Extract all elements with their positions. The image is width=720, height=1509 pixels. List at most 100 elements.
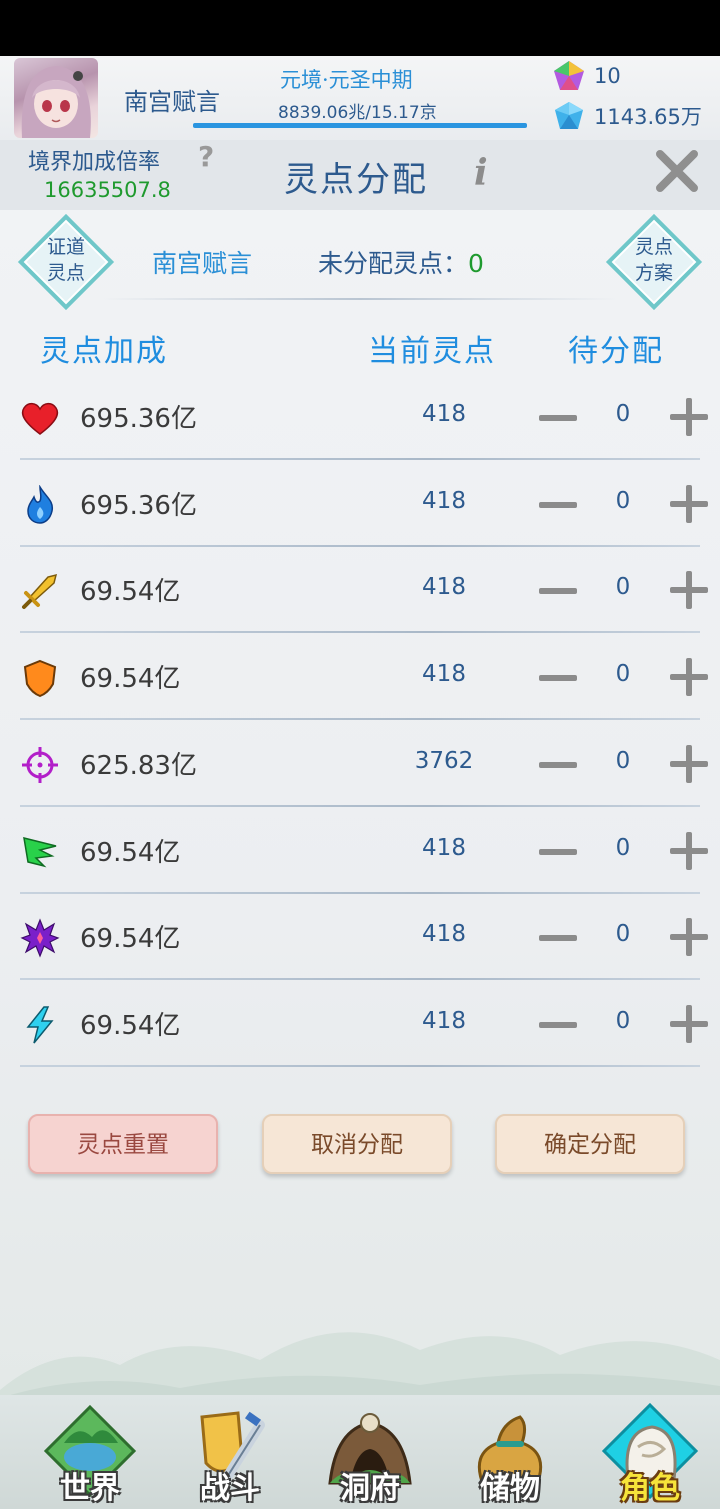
- rainbow-gem-icon: [554, 61, 584, 90]
- close-icon[interactable]: [650, 144, 704, 198]
- role-name: 南宫赋言: [152, 249, 253, 278]
- minus-button[interactable]: [539, 761, 577, 768]
- minus-button[interactable]: [539, 935, 577, 942]
- attribute-pending-points: 0: [615, 574, 631, 601]
- blue-diamond-icon: [555, 102, 583, 129]
- attribute-pending-points: 0: [615, 834, 631, 861]
- row-divider: [20, 1064, 700, 1067]
- nav-storage[interactable]: 储物: [450, 1395, 570, 1509]
- column-header-pending: 待分配: [568, 334, 664, 369]
- currency-diamond-value: 1143.65万: [594, 105, 702, 129]
- crosshair-icon: [20, 745, 60, 785]
- plus-button[interactable]: [670, 571, 708, 610]
- reset-points-button[interactable]: 灵点重置: [28, 1114, 218, 1174]
- plus-button[interactable]: [670, 1004, 708, 1043]
- attribute-current-points: 418: [422, 401, 466, 427]
- confirm-assign-button[interactable]: 确定分配: [495, 1114, 685, 1174]
- proof-dao-points-button[interactable]: 证道 灵点: [17, 213, 115, 311]
- flame-icon: [20, 483, 60, 525]
- attribute-row: 69.54亿 418 0: [0, 634, 720, 721]
- minus-button[interactable]: [539, 501, 577, 508]
- plus-button[interactable]: [670, 484, 708, 523]
- nav-cave[interactable]: 洞府: [310, 1395, 430, 1509]
- minus-button[interactable]: [539, 675, 577, 682]
- unassigned-points-value: 0: [468, 249, 484, 278]
- plus-button[interactable]: [670, 658, 708, 697]
- attribute-row: 69.54亿 418 0: [0, 808, 720, 894]
- realm-bonus-value: 16635507.8: [44, 178, 171, 202]
- nav-world[interactable]: 世界: [30, 1395, 150, 1509]
- row-divider: [20, 544, 700, 547]
- attribute-current-points: 418: [422, 921, 466, 948]
- plus-button[interactable]: [670, 918, 708, 957]
- attribute-current-points: 418: [422, 1007, 466, 1034]
- plus-button[interactable]: [670, 831, 708, 870]
- attribute-pending-points: 0: [615, 661, 631, 688]
- player-name: 南宫赋言: [124, 88, 220, 116]
- column-header-current: 当前灵点: [368, 334, 496, 369]
- minus-button[interactable]: [539, 1021, 577, 1028]
- attribute-pending-points: 0: [615, 747, 631, 774]
- nav-character[interactable]: 角色: [590, 1395, 710, 1509]
- attribute-current-points: 418: [422, 661, 466, 688]
- attribute-bonus: 69.54亿: [80, 664, 181, 695]
- attribute-row: 69.54亿 418 0: [0, 547, 720, 634]
- attribute-bonus: 69.54亿: [80, 1010, 181, 1041]
- minus-button[interactable]: [539, 588, 577, 595]
- exp-text: 8839.06兆/15.17京: [278, 103, 437, 123]
- page-title: 灵点分配: [284, 160, 428, 200]
- plus-button[interactable]: [670, 398, 708, 436]
- realm-label: 元境·元圣中期: [280, 68, 413, 92]
- unassigned-points: 未分配灵点：0: [318, 249, 484, 278]
- attribute-row: 625.83亿 3762 0: [0, 721, 720, 807]
- exp-progress-bar: [193, 123, 527, 128]
- bottom-nav: 世界 战斗 洞府 储物 角色: [0, 1395, 720, 1509]
- row-divider: [20, 804, 700, 807]
- spirit-point-panel: 证道 灵点 南宫赋言 未分配灵点：0 灵点 方案 灵点加成 当前灵点 待分配 695…: [0, 210, 720, 1400]
- point-plan-button[interactable]: 灵点 方案: [605, 213, 703, 311]
- attribute-row: 69.54亿 418 0: [0, 981, 720, 1067]
- attribute-pending-points: 0: [615, 921, 631, 948]
- realm-bonus-label: 境界加成倍率: [28, 150, 161, 175]
- attribute-bonus: 695.36亿: [80, 490, 197, 521]
- currency-gem-row[interactable]: 10: [552, 58, 621, 94]
- currency-gem-value: 10: [594, 64, 621, 88]
- minus-button[interactable]: [539, 415, 577, 421]
- column-header-bonus: 灵点加成: [40, 334, 168, 369]
- sword-icon: [20, 571, 60, 611]
- row-divider: [20, 891, 700, 894]
- panel-title-bar: 境界加成倍率 ? 16635507.8 灵点分配 i: [0, 140, 720, 210]
- attribute-bonus: 69.54亿: [80, 924, 181, 955]
- attribute-current-points: 3762: [414, 747, 474, 774]
- attribute-current-points: 418: [422, 487, 466, 514]
- background-mountains: [0, 1332, 720, 1400]
- row-divider: [20, 978, 700, 981]
- nav-battle[interactable]: 战斗: [170, 1395, 290, 1509]
- attribute-pending-points: 0: [615, 401, 631, 427]
- row-divider: [20, 631, 700, 634]
- player-header: 南宫赋言 元境·元圣中期 8839.06兆/15.17京 10 1143.65万: [0, 56, 720, 140]
- currency-diamond-row[interactable]: 1143.65万: [552, 98, 702, 134]
- attribute-bonus: 69.54亿: [80, 837, 181, 868]
- shield-icon: [20, 658, 60, 698]
- attribute-bonus: 695.36亿: [80, 404, 197, 434]
- info-icon[interactable]: i: [474, 152, 488, 194]
- cancel-assign-button[interactable]: 取消分配: [262, 1114, 452, 1174]
- attribute-pending-points: 0: [615, 1007, 631, 1034]
- plus-button[interactable]: [670, 744, 708, 783]
- attribute-current-points: 418: [422, 574, 466, 601]
- status-bar: [0, 0, 720, 56]
- row-divider: [20, 718, 700, 721]
- attribute-row: 695.36亿 418 0: [0, 461, 720, 547]
- divider: [100, 298, 620, 300]
- help-icon[interactable]: ?: [198, 140, 214, 173]
- minus-button[interactable]: [539, 848, 577, 855]
- heart-icon: [20, 398, 60, 438]
- attribute-bonus: 69.54亿: [80, 577, 181, 608]
- attribute-bonus: 625.83亿: [80, 750, 197, 781]
- lightning-icon: [20, 1005, 60, 1045]
- avatar[interactable]: [14, 58, 98, 138]
- attribute-row: 695.36亿 418 0: [0, 374, 720, 460]
- row-divider: [20, 458, 700, 460]
- attribute-pending-points: 0: [615, 487, 631, 514]
